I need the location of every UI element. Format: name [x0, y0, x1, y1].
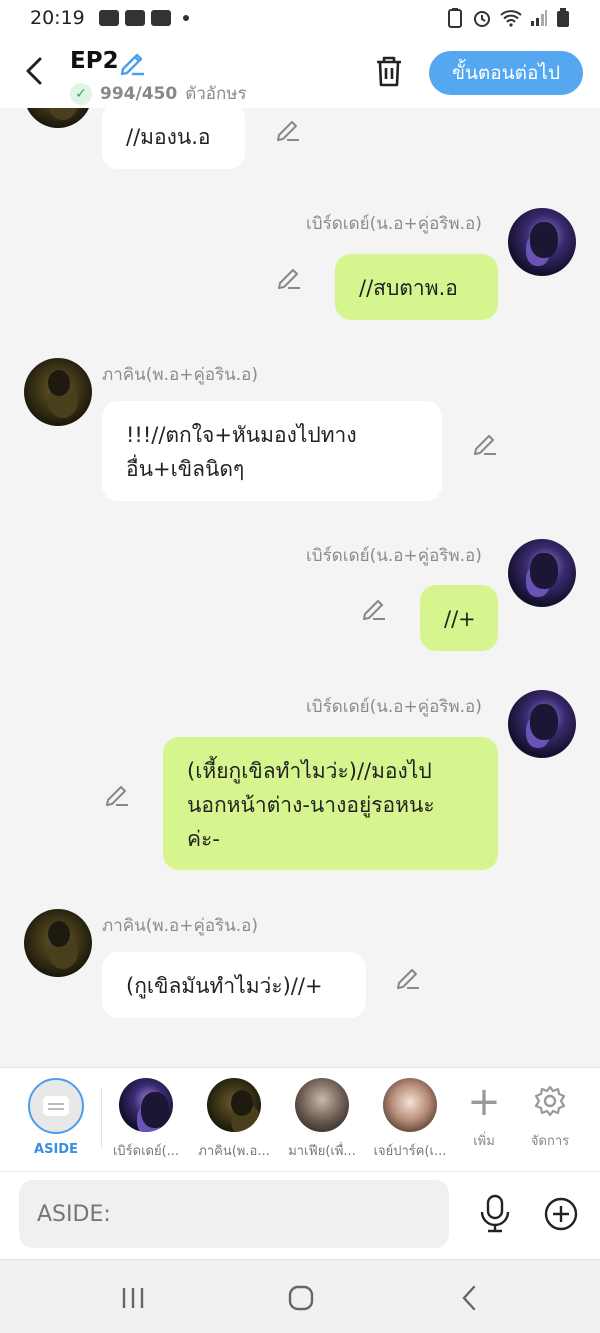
youtube-notification-icon — [124, 10, 145, 26]
avatar-mafia — [295, 1078, 349, 1132]
edit-message-pencil-icon[interactable] — [104, 781, 130, 807]
avatar-phakin[interactable] — [24, 358, 92, 426]
character-phakin[interactable]: ภาคิน(พ.อ... — [193, 1078, 275, 1161]
sender-name: เบิร์ดเดย์(น.อ+คู่อริพ.อ) — [306, 546, 482, 566]
message-bubble[interactable]: //+ — [420, 585, 498, 651]
character-label: ภาคิน(พ.อ... — [198, 1144, 270, 1159]
microphone-icon[interactable] — [478, 1194, 512, 1234]
edit-message-pencil-icon[interactable] — [472, 430, 498, 456]
signal-icon — [531, 10, 547, 26]
avatar-birthday[interactable] — [508, 208, 576, 276]
aside-chat-icon — [28, 1078, 84, 1134]
message-text-line: !!!//ตกใจ+หันมองไปทาง — [126, 423, 357, 447]
chat-area[interactable]: //มองน.อ เบิร์ดเดย์(น.อ+คู่อริพ.อ) //สบต… — [0, 108, 600, 1068]
character-mafia[interactable]: มาเฟีย(เพื่... — [281, 1078, 363, 1161]
character-label: มาเฟีย(เพื่... — [288, 1144, 356, 1159]
edit-title-pencil-icon[interactable] — [118, 48, 146, 76]
plus-icon: + — [467, 1079, 501, 1125]
system-back-icon[interactable] — [455, 1284, 485, 1312]
char-count: 994/450 — [100, 83, 178, 104]
add-character-button[interactable]: + เพิ่ม — [454, 1082, 514, 1151]
character-jaypark[interactable]: เจย์ปาร์ค(เ... — [369, 1078, 451, 1161]
message-bubble[interactable]: //สบตาพ.อ — [335, 254, 498, 320]
add-attachment-icon[interactable] — [543, 1196, 579, 1232]
message-input-bar — [0, 1171, 600, 1259]
avatar-birthday[interactable] — [508, 539, 576, 607]
system-navigation-bar — [0, 1259, 600, 1333]
message-text-line: ค่ะ- — [187, 827, 220, 851]
message-text: //สบตาพ.อ — [359, 276, 458, 300]
battery-icon — [557, 8, 569, 27]
editor-header: EP2 ✓ 994/450 ตัวอักษร ขั้นตอนต่อไป — [0, 36, 600, 108]
avatar-birthday — [119, 1078, 173, 1132]
more-notifications-icon — [182, 15, 189, 21]
character-aside[interactable]: ASIDE — [15, 1078, 97, 1157]
manage-characters-button[interactable]: จัดการ — [520, 1082, 580, 1151]
avatar-phakin[interactable] — [24, 108, 92, 128]
back-arrow-icon[interactable] — [22, 56, 48, 86]
battery-saver-icon — [448, 8, 462, 28]
character-selector: ASIDE เบิร์ดเดย์(... ภาคิน(พ.อ... มาเฟีย… — [0, 1067, 600, 1171]
message-input[interactable] — [19, 1180, 449, 1248]
character-label: ASIDE — [34, 1142, 78, 1157]
trash-icon[interactable] — [373, 54, 405, 88]
message-text: (กูเขิลมันทำไมว่ะ)//+ — [126, 974, 323, 998]
message-text-line: อื่น+เขิลนิดๆ — [126, 457, 245, 481]
char-unit: ตัวอักษร — [185, 84, 247, 104]
alarm-icon — [474, 11, 490, 27]
edit-message-pencil-icon[interactable] — [275, 116, 301, 142]
youtube-notification-icon — [150, 10, 171, 26]
episode-title[interactable]: EP2 — [70, 48, 119, 74]
wifi-icon — [500, 10, 522, 27]
avatar-phakin[interactable] — [24, 909, 92, 977]
edit-message-pencil-icon[interactable] — [395, 964, 421, 990]
message-text: //+ — [444, 607, 476, 631]
message-bubble[interactable]: (กูเขิลมันทำไมว่ะ)//+ — [102, 952, 366, 1018]
character-label: เจย์ปาร์ค(เ... — [373, 1144, 447, 1159]
divider — [101, 1088, 102, 1148]
message-bubble[interactable]: !!!//ตกใจ+หันมองไปทาง อื่น+เขิลนิดๆ — [102, 401, 442, 501]
home-icon[interactable] — [286, 1284, 316, 1312]
recent-apps-icon[interactable] — [118, 1284, 148, 1312]
edit-message-pencil-icon[interactable] — [276, 264, 302, 290]
next-step-button[interactable]: ขั้นตอนต่อไป — [429, 51, 583, 95]
avatar-jaypark — [383, 1078, 437, 1132]
status-time: 20:19 — [30, 7, 85, 29]
status-bar: 20:19 — [0, 0, 600, 36]
character-birthday[interactable]: เบิร์ดเดย์(... — [105, 1078, 187, 1161]
character-counter: ✓ 994/450 ตัวอักษร — [70, 80, 247, 107]
gallery-notification-icon — [98, 10, 119, 26]
sender-name: ภาคิน(พ.อ+คู่อริน.อ) — [102, 916, 259, 936]
avatar-birthday[interactable] — [508, 690, 576, 758]
manage-label: จัดการ — [530, 1134, 570, 1149]
character-label: เบิร์ดเดย์(... — [112, 1144, 180, 1159]
check-icon: ✓ — [70, 82, 92, 105]
edit-message-pencil-icon[interactable] — [361, 595, 387, 621]
gear-icon — [534, 1085, 566, 1117]
message-text: //มองน.อ — [126, 125, 211, 149]
message-text-line: นอกหน้าต่าง-นางอยู่รอหนะ — [187, 793, 435, 817]
message-text-line: (เหี้ยกูเขิลทำไมว่ะ)//มองไป — [187, 759, 432, 783]
sender-name: เบิร์ดเดย์(น.อ+คู่อริพ.อ) — [306, 697, 482, 717]
sender-name: เบิร์ดเดย์(น.อ+คู่อริพ.อ) — [306, 214, 482, 234]
message-bubble[interactable]: (เหี้ยกูเขิลทำไมว่ะ)//มองไป นอกหน้าต่าง-… — [163, 737, 498, 870]
avatar-phakin — [207, 1078, 261, 1132]
message-bubble[interactable]: //มองน.อ — [102, 108, 245, 169]
add-label: เพิ่ม — [473, 1134, 495, 1149]
sender-name: ภาคิน(พ.อ+คู่อริน.อ) — [102, 365, 259, 385]
